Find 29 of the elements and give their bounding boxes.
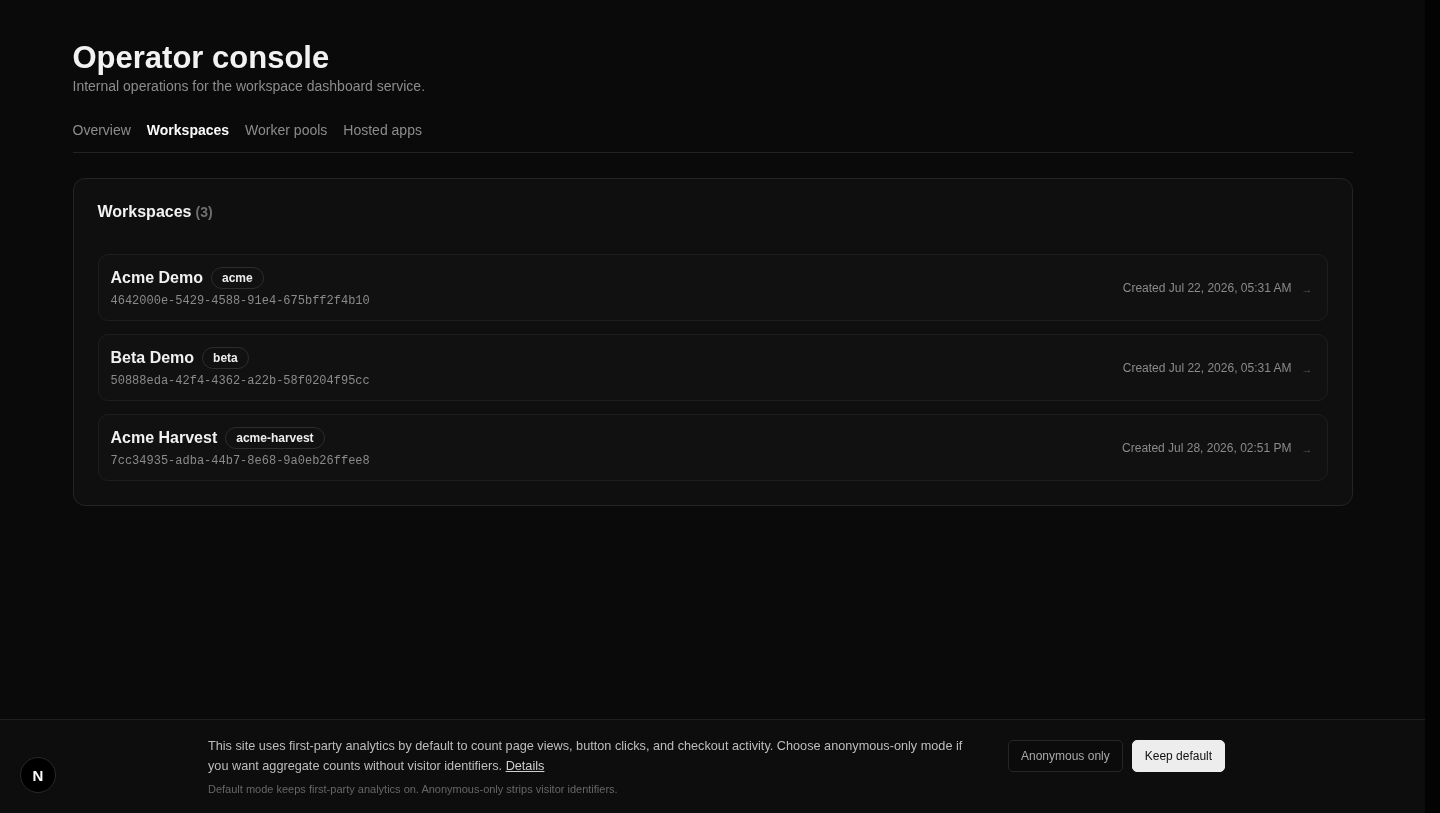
workspace-id: 7cc34935-adba-44b7-8e68-9a0eb26ffee8 [110, 453, 370, 469]
page-subtitle: Internal operations for the workspace dashboard service. [72, 77, 427, 96]
arrow-icon: → [1301, 283, 1313, 295]
workspace-id: 50888eda-42f4-4362-a22b-58f0204f95cc [110, 373, 370, 389]
nav-tab[interactable]: Workspaces [146, 120, 230, 140]
panel-title: Workspaces [97, 202, 192, 222]
created-date: Created Jul 22, 2026, 05:31 AM [1122, 279, 1292, 296]
workspace-id: 4642000e-5429-4588-91e4-675bff2f4b10 [110, 293, 370, 309]
created-date: Created Jul 22, 2026, 05:31 AM [1122, 359, 1292, 376]
nav-tab[interactable]: Overview [72, 120, 131, 140]
nav-tab[interactable]: Worker pools [245, 120, 328, 140]
workspace-row[interactable]: Beta Demo beta 50888eda-42f4-4362-a22b-58f0204f95cc Created Jul 22, 2026, 05:31 AM → [97, 334, 1328, 401]
workspace-row[interactable]: Acme Harvest acme-harvest 7cc34935-adba-44b7-8e68-9a0eb26ffee8 Created Jul 28, 2026, 02:51 PM → [97, 414, 1328, 481]
workspace-name: Acme Harvest [110, 428, 218, 448]
panel-count: (3) [195, 203, 213, 222]
scrollbar[interactable] [1425, 0, 1440, 813]
anonymous-only-button[interactable]: Anonymous only [1008, 740, 1123, 772]
arrow-icon: → [1301, 363, 1313, 375]
details-link[interactable]: Details [505, 759, 545, 773]
consent-text: This site uses first-party analytics by default to count page views, button clicks, and checkout activity. Choose anonymous-only mode if you want aggregate counts without visitor identifiers. Details [208, 738, 964, 775]
arrow-icon: → [1301, 443, 1313, 455]
workspace-name: Acme Demo [110, 268, 203, 288]
consent-note: Default mode keeps first-party analytics on. Anonymous-only strips visitor identifiers. [208, 782, 619, 796]
workspace-row[interactable]: Acme Demo acme 4642000e-5429-4588-91e4-675bff2f4b10 Created Jul 22, 2026, 05:31 AM → [97, 254, 1328, 321]
page-title: Operator console [72, 40, 331, 76]
workspace-name: Beta Demo [110, 348, 195, 368]
nav-tab[interactable]: Hosted apps [343, 120, 422, 140]
created-date: Created Jul 28, 2026, 02:51 PM [1122, 439, 1292, 456]
keep-default-button[interactable]: Keep default [1131, 740, 1226, 772]
